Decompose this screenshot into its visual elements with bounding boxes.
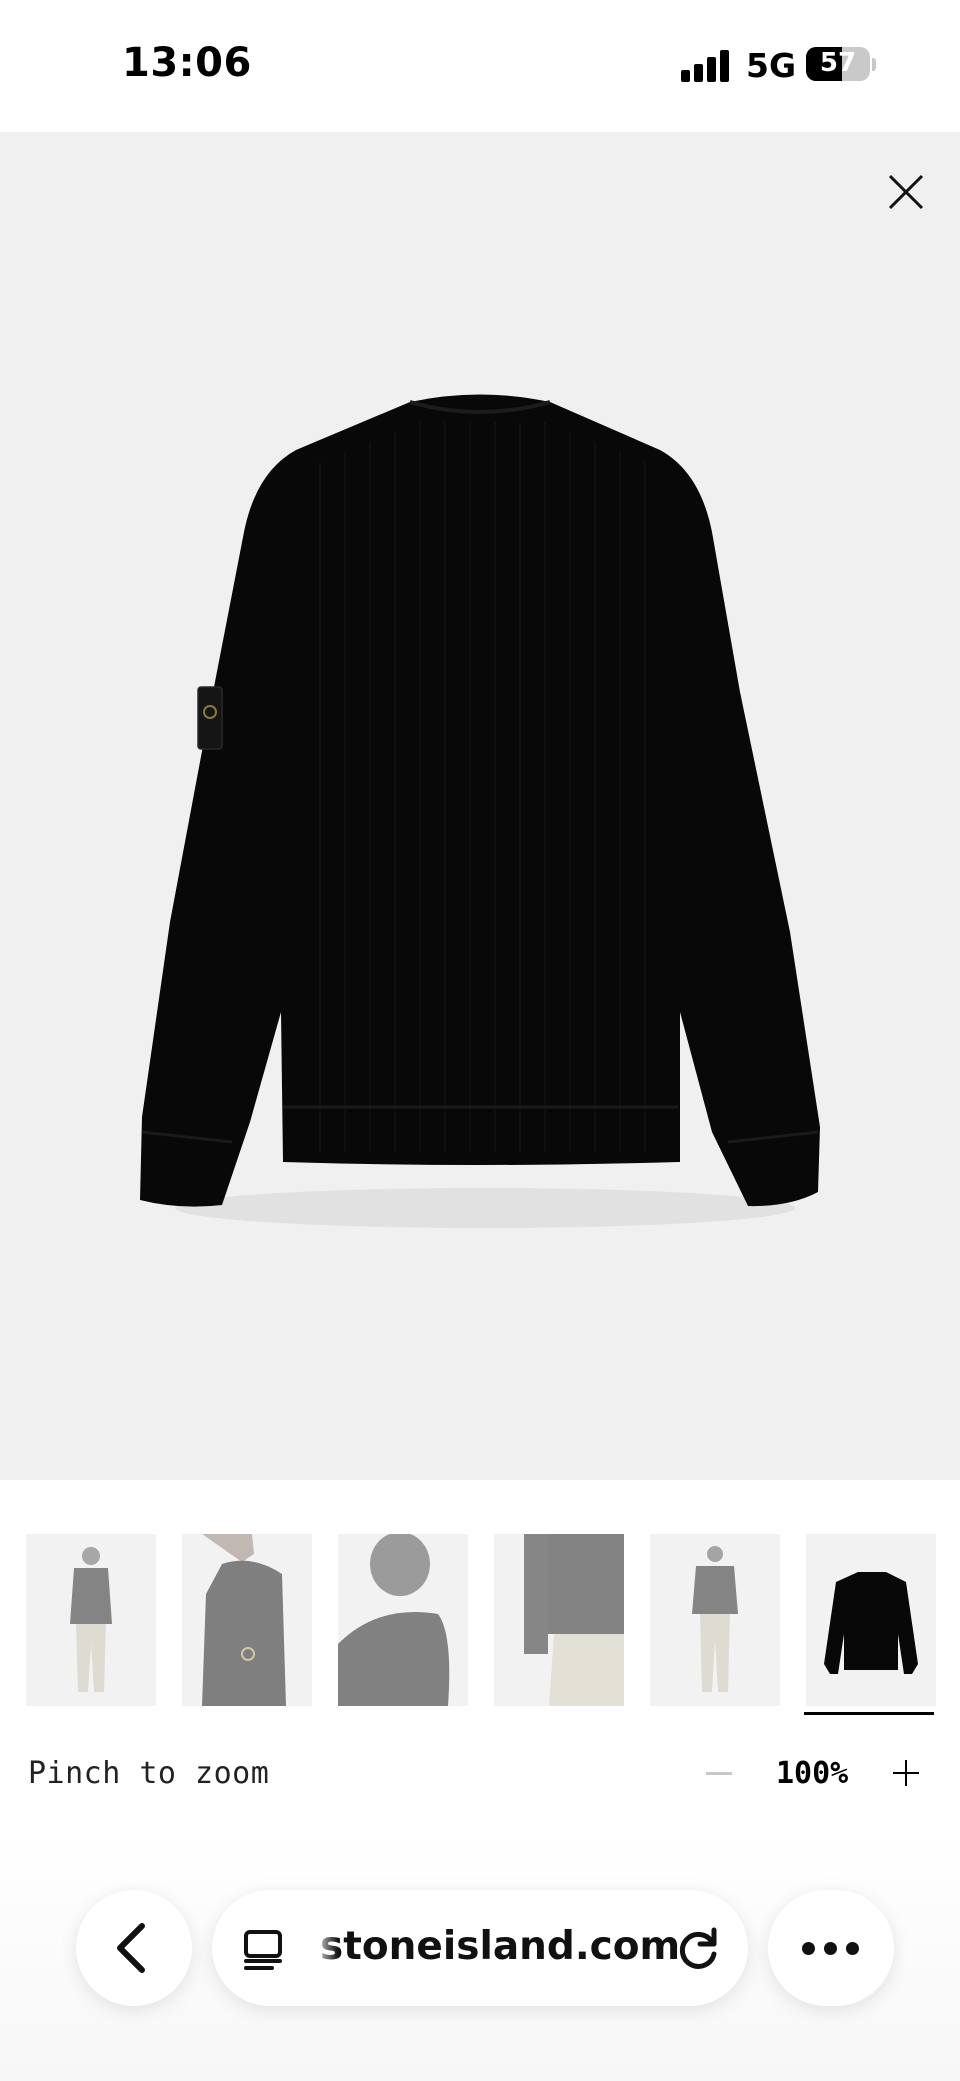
zoom-controls: Pinch to zoom 100% (0, 1750, 960, 1800)
zoom-level: 100% (776, 1756, 849, 1791)
battery-tip (872, 58, 876, 71)
product-image[interactable] (0, 132, 960, 1480)
reader-icon[interactable] (242, 1928, 286, 1972)
product-image-viewer[interactable] (0, 132, 960, 1480)
network-label: 5G (746, 46, 797, 85)
reload-icon[interactable] (674, 1924, 724, 1974)
sweater-body (140, 394, 820, 1207)
more-icon (802, 1942, 815, 1955)
thumbnail-1[interactable] (26, 1534, 156, 1706)
selected-thumbnail-indicator (804, 1712, 934, 1715)
back-button[interactable] (76, 1890, 192, 2006)
signal-icon (681, 50, 731, 82)
thumbnail-6-selected[interactable] (806, 1534, 936, 1706)
close-icon (888, 174, 924, 210)
thumbnail-2[interactable] (182, 1534, 312, 1706)
pinch-to-zoom-hint: Pinch to zoom (28, 1756, 270, 1791)
status-bar: 13:06 5G 57 (0, 0, 960, 132)
browser-toolbar: stoneisland.com (0, 1830, 960, 2081)
thumbnail-4[interactable] (494, 1534, 624, 1706)
status-time: 13:06 (122, 40, 252, 86)
url-fade (312, 1910, 338, 1986)
close-button[interactable] (876, 162, 936, 222)
url-text: stoneisland.com (320, 1924, 681, 1969)
thumbnail-3[interactable] (338, 1534, 468, 1706)
thumbnail-5[interactable] (650, 1534, 780, 1706)
address-bar[interactable]: stoneisland.com (212, 1890, 748, 2006)
minus-icon[interactable] (706, 1772, 732, 1775)
thumbnail-strip (0, 1534, 960, 1716)
battery-icon: 57 (806, 47, 870, 81)
chevron-left-icon (117, 1923, 145, 1973)
battery-level: 57 (819, 48, 857, 78)
more-button[interactable] (768, 1890, 894, 2006)
plus-icon[interactable] (893, 1756, 919, 1790)
